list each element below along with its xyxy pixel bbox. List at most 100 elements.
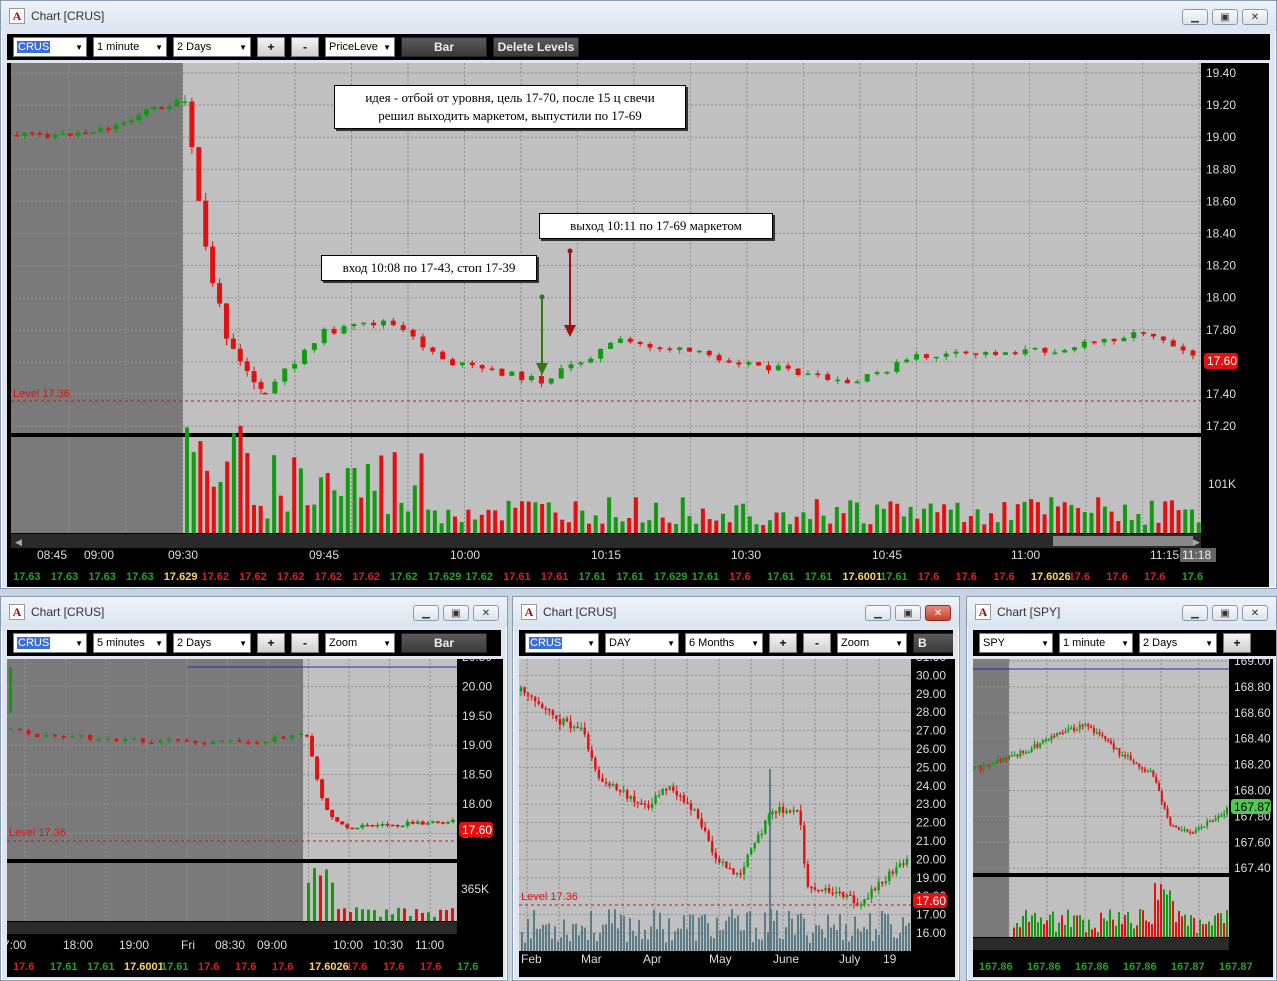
- chart-area[interactable]: 169.00 168.80 168.60 168.40 168.20 168.00 167.…: [973, 654, 1273, 959]
- maximize-button[interactable]: ▣: [895, 605, 921, 621]
- volume-bar: [1022, 501, 1027, 533]
- volume-bar: [767, 932, 769, 951]
- volume-bar: [1096, 497, 1101, 533]
- close-button[interactable]: ✕: [925, 605, 951, 621]
- title-bar[interactable]: A Chart [SPY] ▁ ▣ ✕: [967, 597, 1276, 627]
- entry-annotation[interactable]: вход 10:08 по 17-43, стоп 17-39: [321, 255, 537, 281]
- chart-svg[interactable]: 20.5020.0019.5019.0018.5018.0017.50Level…: [3, 650, 503, 959]
- bar-style-button[interactable]: Bar: [401, 37, 487, 57]
- minimize-button[interactable]: ▁: [1182, 9, 1208, 25]
- volume-bar: [1013, 927, 1015, 937]
- chart-area[interactable]: 31.00 30.00 29.00 28.00 27.00 26.00 25.00 24.00…: [519, 650, 955, 977]
- candle: [598, 348, 604, 359]
- close-button[interactable]: ✕: [1242, 9, 1268, 25]
- main-chart-svg[interactable]: 19.40 19.20 19.00 18.80 18.60 18.40 18.20 18.00…: [7, 63, 1269, 569]
- volume-bar: [373, 910, 376, 921]
- candle: [1087, 724, 1090, 727]
- symbol-dropdown[interactable]: CRUS ▼: [525, 633, 599, 653]
- close-button[interactable]: ✕: [1242, 605, 1268, 621]
- interval-dropdown[interactable]: 1 minute ▼: [1059, 633, 1133, 653]
- volume-axis-label: 101K: [1208, 477, 1236, 491]
- range-dropdown[interactable]: 2 Days ▼: [1139, 633, 1217, 653]
- bar-style-button[interactable]: Bar: [401, 633, 487, 653]
- price-axis-label: 19.40: [1206, 66, 1236, 80]
- title-bar[interactable]: A Chart [CRUS] ▁ ▣ ✕: [1, 1, 1276, 31]
- main-chart-area[interactable]: 19.40 19.20 19.00 18.80 18.60 18.40 18.20 18.00…: [7, 63, 1269, 569]
- volume-bar: [553, 512, 558, 533]
- minimize-button[interactable]: ▁: [1182, 605, 1208, 621]
- volume-bar: [647, 520, 652, 533]
- volume-bar: [647, 939, 649, 951]
- maximize-button[interactable]: ▣: [1212, 605, 1238, 621]
- price-axis-label: 18.00: [462, 797, 492, 811]
- tool-dropdown[interactable]: PriceLeve ▼: [325, 37, 395, 57]
- candle: [459, 362, 465, 366]
- range-dropdown[interactable]: 2 Days ▼: [173, 37, 251, 57]
- tape-price: 17.6: [917, 571, 940, 583]
- candle: [1206, 821, 1209, 827]
- candle: [1039, 743, 1042, 748]
- delete-levels-button[interactable]: Delete Levels: [493, 37, 579, 57]
- interval-dropdown[interactable]: 5 minutes ▼: [93, 633, 167, 653]
- time-axis-label: 11:00: [415, 938, 444, 952]
- bar-style-button[interactable]: B: [913, 633, 953, 653]
- app-logo-icon: A: [9, 604, 25, 620]
- minimize-button[interactable]: ▁: [865, 605, 891, 621]
- candle: [739, 873, 742, 875]
- volume-bar: [339, 495, 344, 533]
- tape-price: 17.6026: [1030, 571, 1071, 583]
- price-axis-label: 19.00: [916, 871, 946, 885]
- chart-area[interactable]: 20.5020.0019.5019.0018.5018.0017.50Level…: [3, 650, 503, 959]
- volume-bar: [526, 501, 531, 533]
- maximize-button[interactable]: ▣: [1212, 9, 1238, 25]
- candle: [703, 827, 707, 832]
- candle: [974, 766, 976, 769]
- exit-annotation[interactable]: выход 10:11 по 17-69 маркетом: [539, 213, 773, 239]
- candle: [1084, 724, 1087, 727]
- volume-bar: [747, 516, 752, 533]
- zoom-in-button[interactable]: +: [257, 633, 285, 653]
- title-bar[interactable]: A Chart [CRUS] ▁ ▣ ✕: [513, 597, 959, 627]
- price-axis-label: 18.50: [462, 768, 492, 782]
- symbol-dropdown[interactable]: CRUS ▼: [13, 37, 87, 57]
- volume-bar: [593, 515, 598, 533]
- volume-bar: [1217, 913, 1219, 937]
- volume-bar: [746, 912, 748, 951]
- volume-bar: [607, 497, 612, 533]
- candle: [1022, 750, 1025, 753]
- symbol-dropdown[interactable]: CRUS ▼: [13, 633, 87, 653]
- range-dropdown[interactable]: 2 Days ▼: [173, 633, 251, 653]
- tool-dropdown[interactable]: Zoom ▼: [837, 633, 907, 653]
- maximize-button[interactable]: ▣: [443, 605, 469, 621]
- candle: [578, 362, 584, 365]
- zoom-out-button[interactable]: -: [291, 633, 319, 653]
- chart-svg[interactable]: 169.00 168.80 168.60 168.40 168.20 168.00 167.…: [973, 654, 1273, 959]
- close-button[interactable]: ✕: [473, 605, 499, 621]
- interval-dropdown[interactable]: 1 minute ▼: [93, 37, 167, 57]
- candle: [395, 824, 400, 827]
- candle: [693, 809, 696, 811]
- zoom-in-button[interactable]: +: [1223, 633, 1251, 653]
- candle: [611, 784, 615, 786]
- title-bar[interactable]: A Chart [CRUS] ▁ ▣ ✕: [1, 597, 507, 627]
- interval-dropdown[interactable]: DAY ▼: [605, 633, 679, 653]
- candle: [1172, 825, 1175, 827]
- chart-svg[interactable]: 31.00 30.00 29.00 28.00 27.00 26.00 25.00 24.00…: [519, 650, 955, 977]
- tape-price: 17.629: [653, 571, 688, 583]
- zoom-in-button[interactable]: +: [769, 633, 797, 653]
- candle: [874, 372, 880, 375]
- idea-annotation[interactable]: идея - отбой от уровня, цель 17-70, посл…: [334, 85, 686, 129]
- candle: [590, 749, 594, 758]
- zoom-in-button[interactable]: +: [257, 37, 285, 57]
- candle: [898, 863, 902, 868]
- tool-dropdown[interactable]: Zoom ▼: [325, 633, 395, 653]
- candle: [834, 891, 838, 894]
- candle: [721, 861, 725, 864]
- candle: [732, 868, 735, 875]
- time-axis-label: 08:45: [37, 548, 67, 562]
- zoom-out-button[interactable]: -: [803, 633, 831, 653]
- range-dropdown[interactable]: 6 Months ▼: [685, 633, 763, 653]
- zoom-out-button[interactable]: -: [291, 37, 319, 57]
- minimize-button[interactable]: ▁: [413, 605, 439, 621]
- symbol-dropdown[interactable]: SPY ▼: [979, 633, 1053, 653]
